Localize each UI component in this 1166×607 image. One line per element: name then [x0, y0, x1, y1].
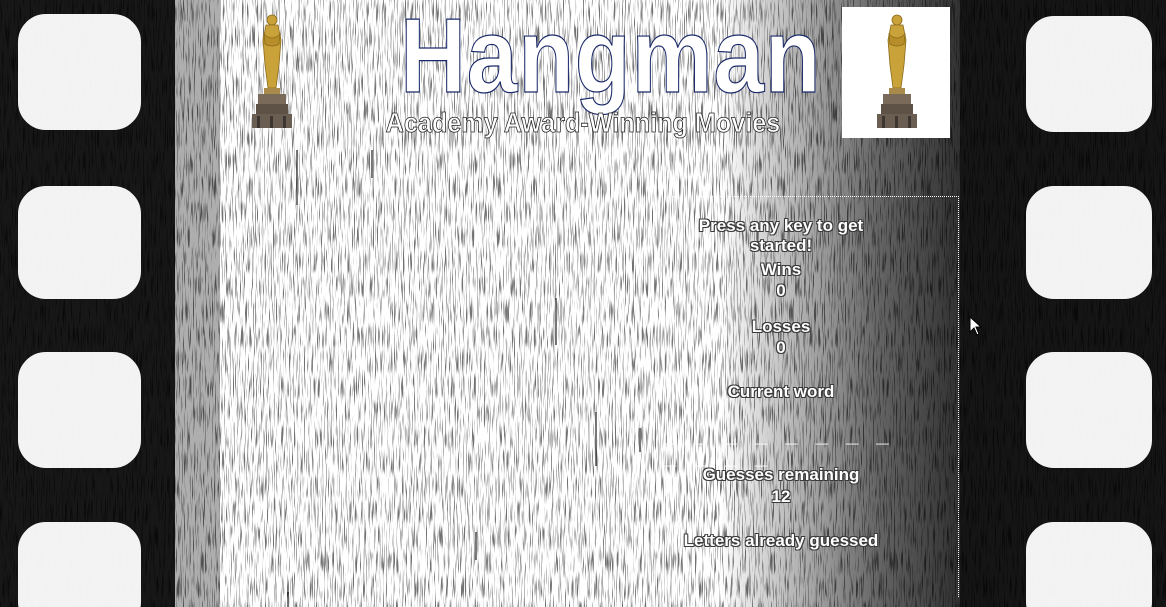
letters-guessed-label: Letters already guessed [683, 531, 879, 550]
start-prompt: Press any key to get started! [698, 216, 864, 255]
wins-value: 0 [776, 281, 786, 300]
current-word-label: Current word [727, 382, 835, 401]
guesses-remaining-label: Guesses remaining [702, 465, 860, 484]
page-subtitle: Academy Award-Winning Movies [385, 107, 781, 139]
page-title: Hangman [400, 0, 822, 115]
losses-value: 0 [776, 338, 786, 357]
oscar-statuette-icon [252, 14, 292, 128]
losses-label: Losses [751, 317, 811, 336]
wins-label: Wins [760, 260, 802, 279]
current-word-display: _ _ _ _ _ _ _ _ _ _ _ _ [664, 422, 895, 469]
oscar-statuette-icon [877, 14, 917, 128]
guesses-remaining-value: 12 [771, 487, 791, 506]
mouse-pointer-icon [969, 316, 983, 336]
